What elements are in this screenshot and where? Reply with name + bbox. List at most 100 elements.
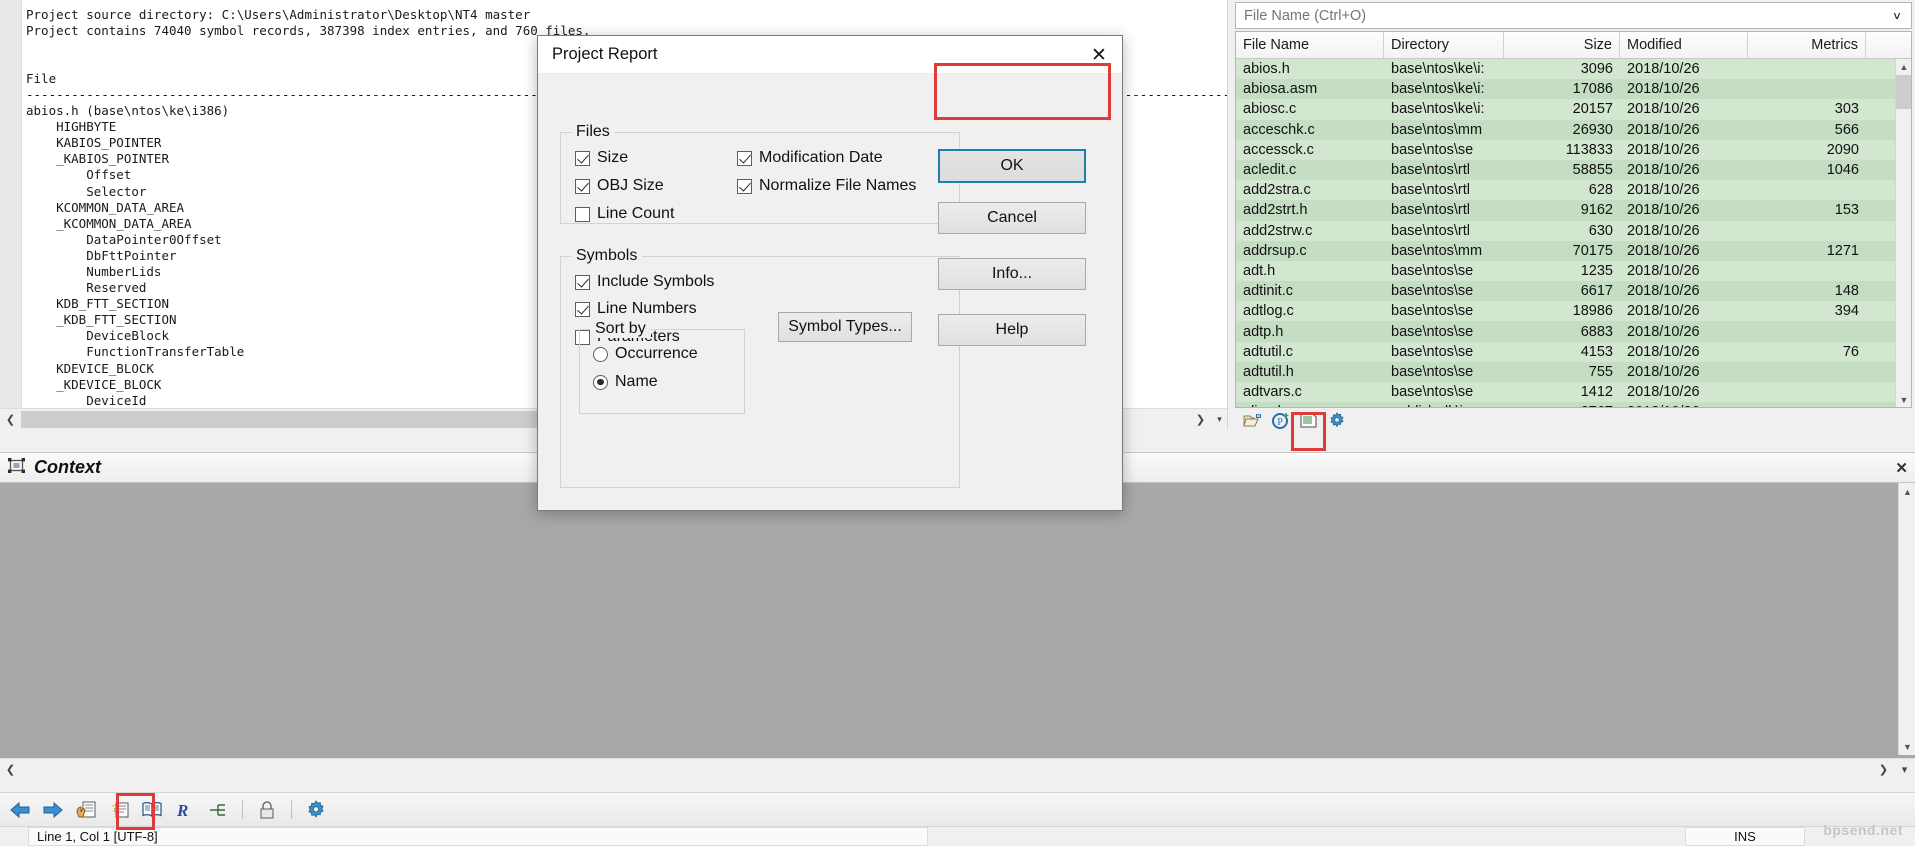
column-header-size[interactable]: Size [1504, 32, 1620, 58]
checkbox-normalize-file-names[interactable]: Normalize File Names [737, 177, 916, 195]
forward-arrow-icon[interactable] [41, 798, 65, 822]
close-icon[interactable]: ✕ [1895, 459, 1908, 477]
scroll-up-arrow-icon[interactable]: ▲ [1896, 59, 1911, 75]
radio-label: Name [615, 373, 658, 390]
table-row[interactable]: adtlog.c base\ntos\se 18986 2018/10/26 394 [1236, 301, 1911, 322]
column-header-metrics[interactable]: Metrics [1748, 32, 1866, 58]
ok-button[interactable]: OK [938, 149, 1086, 183]
dialog-titlebar[interactable]: Project Report ✕ [538, 36, 1122, 74]
scroll-right-arrow-icon[interactable]: ❯ [1873, 759, 1894, 780]
cell-directory: base\ntos\rtl [1391, 222, 1470, 239]
table-row[interactable]: adtinit.c base\ntos\se 6617 2018/10/26 148 [1236, 281, 1911, 302]
regex-icon[interactable]: R [173, 798, 197, 822]
close-icon[interactable]: ✕ [1076, 36, 1122, 74]
scroll-left-arrow-icon[interactable]: ❮ [0, 759, 21, 780]
back-arrow-icon[interactable] [8, 798, 32, 822]
table-row[interactable]: adtutil.h base\ntos\se 755 2018/10/26 [1236, 361, 1911, 382]
scroll-up-arrow-icon[interactable]: ▲ [1899, 483, 1915, 500]
context-horizontal-scrollbar[interactable]: ❮ ❯ ▾ [0, 758, 1915, 780]
table-row[interactable]: accessck.c base\ntos\se 113833 2018/10/26 20… [1236, 139, 1911, 160]
chevron-down-icon[interactable]: ˅ [1889, 9, 1905, 23]
cell-size: 630 [1588, 222, 1613, 239]
table-row[interactable]: add2stra.c base\ntos\rtl 628 2018/10/26 [1236, 180, 1911, 201]
file-table-body[interactable]: abios.h base\ntos\ke\i: 3096 2018/10/26 abio… [1236, 59, 1911, 407]
cell-metrics: 1046 [1826, 162, 1859, 179]
column-header-directory[interactable]: Directory [1384, 32, 1504, 58]
cell-file-name: acledit.c [1243, 162, 1297, 179]
scroll-right-arrow-icon[interactable]: ❯ [1190, 409, 1211, 430]
cancel-button[interactable]: Cancel [938, 202, 1086, 234]
column-header-file-name[interactable]: File Name [1236, 32, 1384, 58]
table-row[interactable]: adtp.h base\ntos\se 6883 2018/10/26 [1236, 321, 1911, 342]
settings-gear-icon[interactable] [1326, 411, 1348, 430]
checkbox-box[interactable] [575, 301, 590, 317]
table-row[interactable]: align.hpublic\sdk\inc27672018/10/26 [1236, 402, 1911, 407]
radio-occurrence[interactable]: Occurrence [593, 345, 698, 363]
files-group-label: Files [571, 123, 615, 141]
checkbox-modification-date[interactable]: Modification Date [737, 149, 883, 167]
file-search-box[interactable]: ˅ [1235, 2, 1912, 29]
table-row[interactable]: adt.h base\ntos\se 1235 2018/10/26 [1236, 260, 1911, 282]
symbols-group-label: Symbols [571, 247, 643, 265]
scroll-left-arrow-icon[interactable]: ❮ [0, 409, 21, 430]
context-scrollbar-track[interactable] [21, 759, 1873, 780]
search-input[interactable] [1242, 6, 1889, 25]
report-scroll-menu-icon[interactable]: ▾ [1211, 409, 1227, 430]
cell-file-name: abios.h [1243, 61, 1290, 78]
table-row[interactable]: addrsup.c base\ntos\mm 70175 2018/10/26 1271 [1236, 240, 1911, 261]
lock-icon[interactable] [255, 798, 279, 822]
checkbox-box[interactable] [575, 178, 590, 194]
file-panel-toolbar: P [1235, 410, 1912, 430]
scroll-down-arrow-icon[interactable]: ▼ [1896, 392, 1911, 407]
hand-page-icon[interactable] [74, 798, 98, 822]
context-panel-body[interactable]: ▲ ▼ [0, 483, 1915, 755]
file-list-scrollbar-thumb[interactable] [1896, 75, 1911, 109]
cell-metrics: 76 [1842, 343, 1859, 360]
table-row[interactable]: abiosa.asm base\ntos\ke\i: 17086 2018/10/26 [1236, 79, 1911, 100]
checkbox-size[interactable]: Size [575, 149, 628, 167]
checkbox-box[interactable] [575, 206, 590, 222]
table-row[interactable]: acledit.c base\ntos\rtl 58855 2018/10/26 104… [1236, 159, 1911, 181]
table-row[interactable]: abios.h base\ntos\ke\i: 3096 2018/10/26 [1236, 59, 1911, 80]
checkbox-obj-size[interactable]: OBJ Size [575, 177, 664, 195]
radio-circle[interactable] [593, 346, 608, 362]
help-page-icon[interactable]: ? [107, 798, 131, 822]
file-list-vertical-scrollbar[interactable]: ▲ ▼ [1895, 59, 1911, 407]
column-header-modified[interactable]: Modified [1620, 32, 1748, 58]
checkbox-box[interactable] [737, 178, 752, 194]
info-button[interactable]: Info... [938, 258, 1086, 290]
table-row[interactable]: add2strw.c base\ntos\rtl 630 2018/10/26 [1236, 220, 1911, 241]
table-row[interactable]: adtutil.c base\ntos\se 4153 2018/10/26 76 [1236, 341, 1911, 362]
cell-directory: base\ntos\mm [1391, 121, 1483, 138]
dialog-body: Files Size OBJ Size Line Count Modificat… [538, 74, 1122, 511]
table-row[interactable]: acceschk.c base\ntos\mm 26930 2018/10/26 566 [1236, 119, 1911, 140]
context-scroll-menu-icon[interactable]: ▾ [1894, 759, 1915, 780]
column-header-filler [1866, 32, 1911, 58]
cell-modified: 2018/10/26 [1627, 262, 1700, 279]
table-row[interactable]: abiosc.c base\ntos\ke\i: 20157 2018/10/26 30… [1236, 99, 1911, 120]
help-button[interactable]: Help [938, 314, 1086, 346]
scroll-down-arrow-icon[interactable]: ▼ [1899, 738, 1915, 755]
indent-icon[interactable] [206, 798, 230, 822]
checkbox-box[interactable] [575, 274, 590, 290]
checkbox-line-numbers[interactable]: Line Numbers [575, 300, 697, 318]
radio-name[interactable]: Name [593, 373, 658, 391]
table-row[interactable]: adtvars.c base\ntos\se 1412 2018/10/26 [1236, 382, 1911, 403]
open-project-icon[interactable] [1242, 411, 1264, 430]
project-add-icon[interactable]: P [1270, 411, 1292, 430]
symbol-types-button[interactable]: Symbol Types... [778, 312, 912, 342]
cell-size: 70175 [1572, 242, 1613, 259]
cell-size: 4153 [1580, 343, 1613, 360]
checkbox-line-count[interactable]: Line Count [575, 205, 674, 223]
table-row[interactable]: add2strt.h base\ntos\rtl 9162 2018/10/26 153 [1236, 200, 1911, 221]
book-report-icon[interactable] [140, 798, 164, 822]
project-report-icon[interactable] [1298, 411, 1320, 430]
cell-size: 9162 [1580, 202, 1613, 219]
checkbox-box[interactable] [737, 150, 752, 166]
checkbox-box[interactable] [575, 150, 590, 166]
context-vertical-scrollbar[interactable]: ▲ ▼ [1898, 483, 1915, 755]
checkbox-include-symbols[interactable]: Include Symbols [575, 273, 714, 291]
radio-circle[interactable] [593, 374, 608, 390]
settings-gear-icon[interactable] [304, 798, 328, 822]
checkbox-label: Normalize File Names [759, 177, 917, 194]
